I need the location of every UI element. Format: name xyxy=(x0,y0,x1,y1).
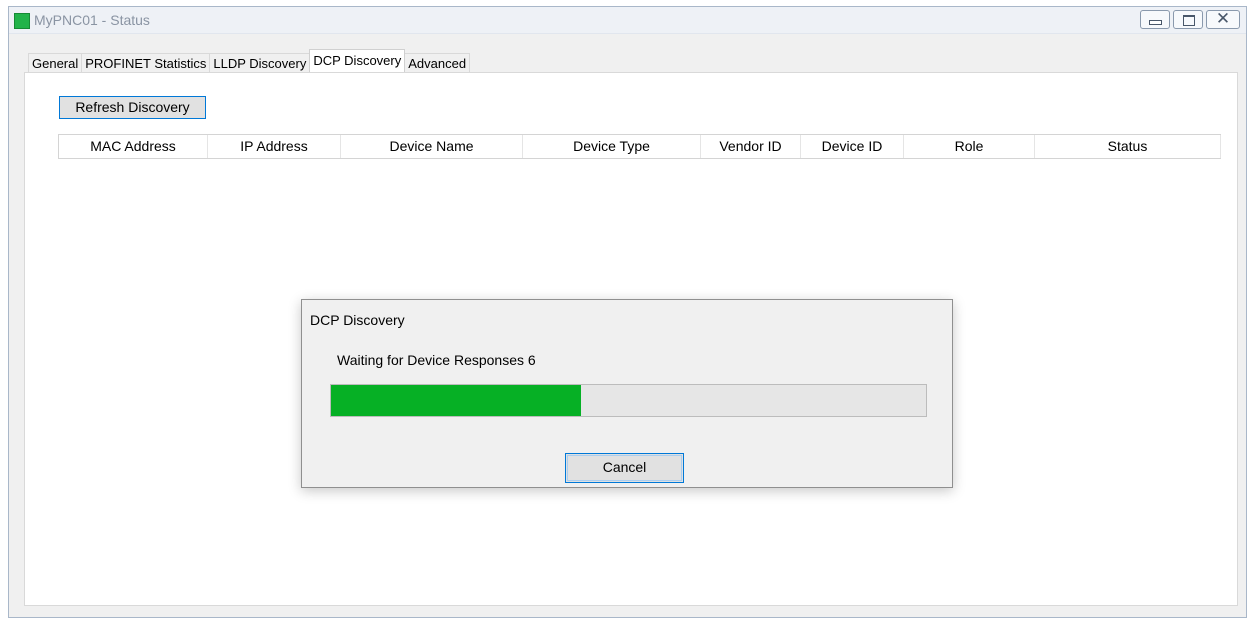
discovery-progress-bar xyxy=(330,384,927,417)
column-header-device-id[interactable]: Device ID xyxy=(801,135,904,158)
column-header-status[interactable]: Status xyxy=(1035,135,1221,158)
minimize-button[interactable] xyxy=(1140,10,1170,29)
column-header-device-type[interactable]: Device Type xyxy=(523,135,701,158)
close-button[interactable]: ✕ xyxy=(1206,9,1240,29)
tab-strip: General PROFINET Statistics LLDP Discove… xyxy=(28,49,471,72)
column-header-vendor-id[interactable]: Vendor ID xyxy=(701,135,801,158)
column-header-device-name[interactable]: Device Name xyxy=(341,135,523,158)
tab-profinet-statistics[interactable]: PROFINET Statistics xyxy=(81,53,211,72)
dcp-discovery-dialog: DCP Discovery Waiting for Device Respons… xyxy=(301,299,953,488)
column-header-role[interactable]: Role xyxy=(904,135,1035,158)
minimize-icon xyxy=(1149,20,1162,25)
refresh-discovery-button[interactable]: Refresh Discovery xyxy=(59,96,206,119)
column-header-mac-address[interactable]: MAC Address xyxy=(59,135,208,158)
app-status-icon xyxy=(14,13,30,29)
tab-general[interactable]: General xyxy=(28,53,83,72)
close-icon: ✕ xyxy=(1215,9,1231,29)
tab-dcp-discovery[interactable]: DCP Discovery xyxy=(309,49,406,72)
maximize-button[interactable] xyxy=(1173,10,1203,29)
progress-fill xyxy=(331,385,581,416)
tab-advanced[interactable]: Advanced xyxy=(404,53,471,72)
maximize-icon xyxy=(1183,15,1195,26)
cancel-button[interactable]: Cancel xyxy=(565,453,684,483)
window-controls: ✕ xyxy=(1140,9,1240,29)
column-header-ip-address[interactable]: IP Address xyxy=(208,135,341,158)
tab-lldp-discovery[interactable]: LLDP Discovery xyxy=(209,53,311,72)
title-bar[interactable]: MyPNC01 - Status ✕ xyxy=(9,7,1246,34)
dialog-title: DCP Discovery xyxy=(310,312,405,328)
window-title: MyPNC01 - Status xyxy=(34,12,150,28)
device-grid-header: MAC Address IP Address Device Name Devic… xyxy=(58,134,1221,159)
dialog-status-message: Waiting for Device Responses 6 xyxy=(337,352,536,368)
